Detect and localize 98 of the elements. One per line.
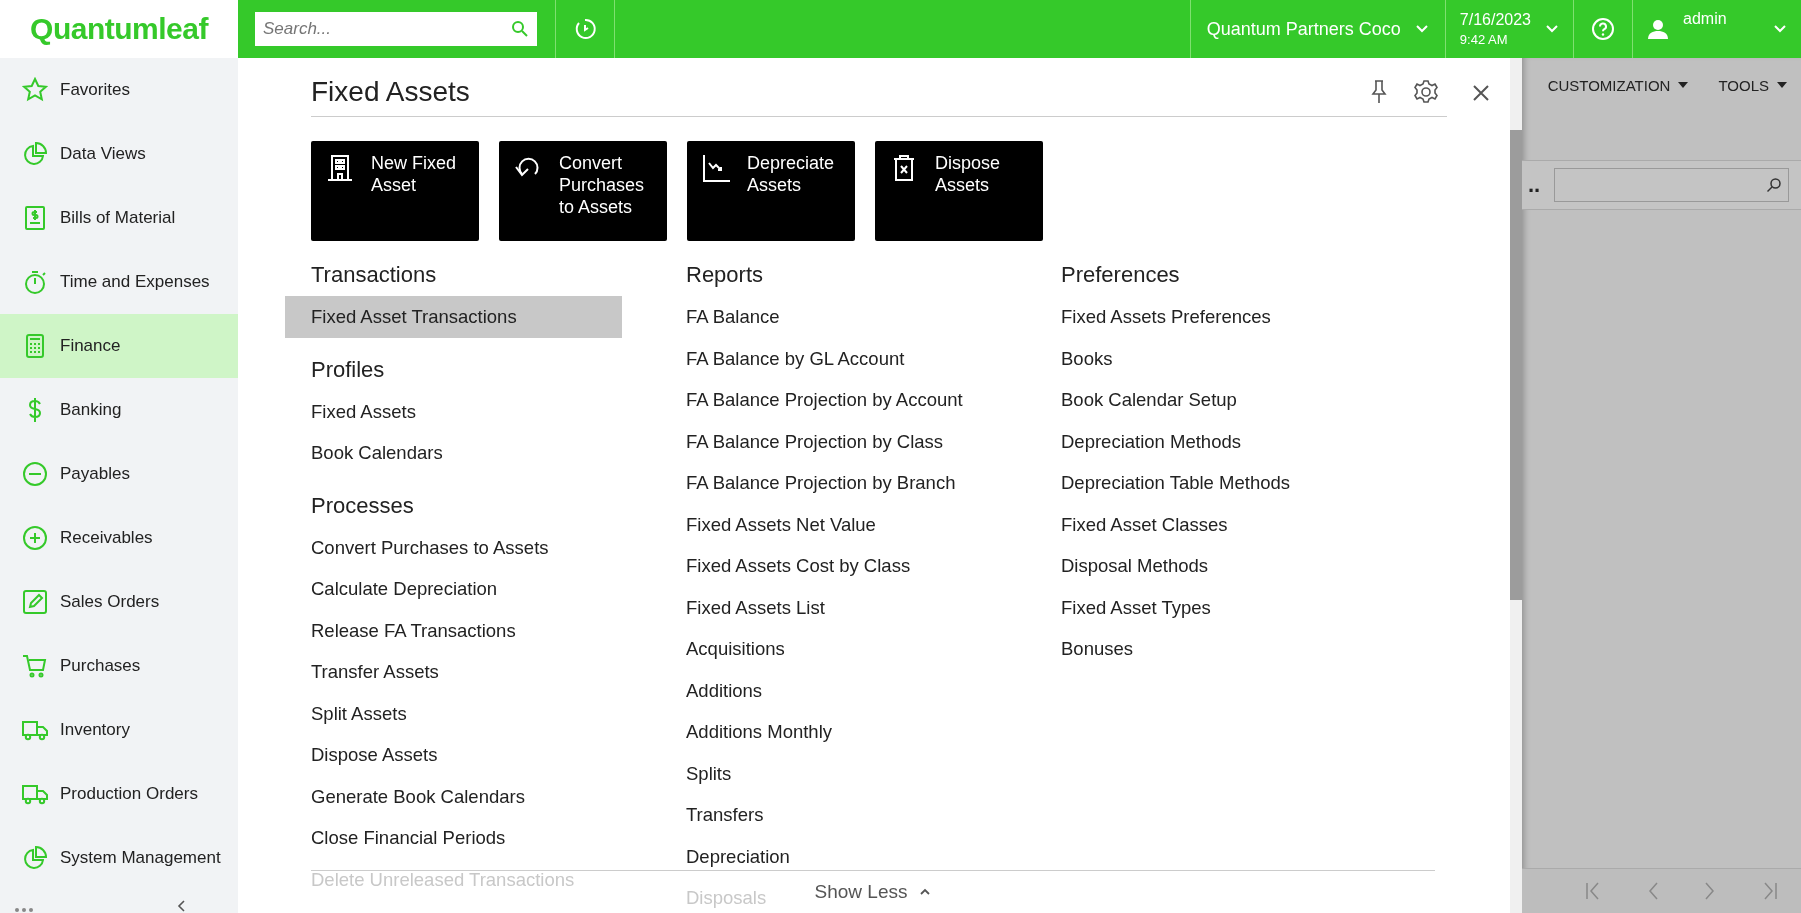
menu-link[interactable]: Books bbox=[1035, 337, 1113, 379]
show-less-button[interactable]: Show Less bbox=[810, 879, 936, 905]
sidebar-item[interactable]: Sales Orders bbox=[0, 570, 238, 634]
collapse-icon[interactable] bbox=[176, 899, 186, 913]
caret-up-icon bbox=[919, 888, 932, 896]
chevron-down-icon bbox=[1545, 24, 1559, 34]
sidebar-item[interactable]: Bills of Material bbox=[0, 186, 238, 250]
chevron-down-icon bbox=[1414, 24, 1429, 34]
toolbar-menu[interactable]: TOOLS bbox=[1718, 72, 1787, 98]
pin-icon[interactable] bbox=[1369, 79, 1389, 105]
minus-circle-icon bbox=[22, 461, 48, 487]
menu-link[interactable]: Book Calendar Setup bbox=[1035, 379, 1237, 421]
more-icon[interactable] bbox=[14, 907, 34, 913]
pencil-icon bbox=[22, 589, 48, 615]
pie-chart-icon bbox=[22, 141, 48, 167]
cart-icon bbox=[22, 653, 48, 679]
search-field[interactable] bbox=[1554, 168, 1789, 202]
menu-link[interactable]: Convert Purchases to Assets bbox=[285, 526, 549, 568]
stopwatch-icon bbox=[22, 269, 48, 295]
menu-link[interactable]: Depreciation bbox=[660, 835, 790, 877]
section-heading: Profiles bbox=[311, 355, 386, 384]
plus-circle-icon bbox=[22, 525, 48, 551]
menu-link[interactable]: Acquisitions bbox=[660, 628, 785, 670]
pie-chart-icon bbox=[22, 845, 48, 871]
panel-title: Fixed Assets bbox=[311, 76, 471, 108]
search-field[interactable]: Search... bbox=[255, 12, 537, 46]
settings-icon[interactable] bbox=[1413, 79, 1439, 105]
next-page-icon[interactable] bbox=[1704, 882, 1717, 900]
sidebar-item[interactable]: Data Views bbox=[0, 122, 238, 186]
date-text: 7/16/2023 bbox=[1459, 11, 1531, 29]
section-heading: Reports bbox=[686, 261, 765, 289]
sidebar-item[interactable]: Receivables bbox=[0, 506, 238, 570]
menu-link[interactable]: FA Balance Projection by Account bbox=[660, 379, 963, 421]
section-heading: Preferences bbox=[1061, 261, 1181, 289]
user-icon bbox=[1647, 18, 1669, 40]
action-tile[interactable]: New Fixed Asset bbox=[311, 141, 479, 241]
menu-link[interactable]: Depreciation Table Methods bbox=[1035, 462, 1290, 504]
menu-link[interactable]: Transfers bbox=[660, 794, 764, 836]
menu-link[interactable]: Dispose Assets bbox=[285, 734, 438, 776]
menu-link[interactable]: Fixed Assets Cost by Class bbox=[660, 545, 911, 587]
time-text: 9:42 AM bbox=[1459, 32, 1509, 47]
last-page-icon[interactable] bbox=[1762, 882, 1779, 900]
sidebar-item[interactable]: Finance bbox=[0, 314, 238, 378]
menu-link[interactable]: FA Balance Projection by Branch bbox=[660, 462, 956, 504]
menu-link[interactable]: Close Financial Periods bbox=[285, 817, 506, 859]
menu-link[interactable]: Splits bbox=[660, 752, 732, 794]
menu-link[interactable]: Calculate Depreciation bbox=[285, 568, 498, 610]
sidebar-item[interactable]: Time and Expenses bbox=[0, 250, 238, 314]
scrollbar-thumb[interactable] bbox=[1510, 130, 1522, 600]
menu-link[interactable]: Fixed Assets Preferences bbox=[1035, 296, 1271, 338]
caret-down-icon bbox=[1777, 82, 1787, 88]
sidebar-item[interactable]: Payables bbox=[0, 442, 238, 506]
truncated-text: .. bbox=[1528, 174, 1541, 196]
menu-link[interactable]: Fixed Asset Transactions bbox=[285, 296, 622, 338]
line-chart-icon bbox=[701, 153, 731, 183]
menu-link[interactable]: FA Balance by GL Account bbox=[660, 337, 905, 379]
first-page-icon[interactable] bbox=[1584, 882, 1601, 900]
toolbar-menu[interactable]: CUSTOMIZATION bbox=[1547, 72, 1689, 98]
sidebar-item[interactable]: Production Orders bbox=[0, 762, 238, 826]
menu-link[interactable]: Fixed Assets bbox=[285, 390, 416, 432]
menu-link[interactable]: Book Calendars bbox=[285, 432, 443, 474]
close-icon[interactable] bbox=[1471, 82, 1491, 103]
help-icon bbox=[1591, 17, 1615, 41]
section-heading: Transactions bbox=[311, 261, 438, 289]
menu-link[interactable]: Disposal Methods bbox=[1035, 545, 1209, 587]
action-tile[interactable]: Dispose Assets bbox=[875, 141, 1043, 241]
action-tile[interactable]: Convert Purchases to Assets bbox=[499, 141, 667, 241]
menu-link[interactable]: Bonuses bbox=[1035, 628, 1133, 670]
menu-link[interactable]: Fixed Assets Net Value bbox=[660, 503, 876, 545]
menu-link[interactable]: Additions Monthly bbox=[660, 711, 833, 753]
menu-link[interactable]: Generate Book Calendars bbox=[285, 775, 525, 817]
receipt-icon bbox=[22, 205, 48, 231]
section-heading: Processes bbox=[311, 491, 415, 520]
sidebar-item[interactable]: Inventory bbox=[0, 698, 238, 762]
menu-link[interactable]: Release FA Transactions bbox=[285, 609, 516, 651]
menu-link[interactable]: Fixed Asset Classes bbox=[1035, 503, 1228, 545]
previous-page-icon[interactable] bbox=[1646, 882, 1659, 900]
building-icon bbox=[325, 153, 355, 183]
sidebar-item[interactable]: System Management bbox=[0, 826, 238, 890]
search-icon bbox=[511, 20, 529, 38]
history-icon bbox=[573, 17, 597, 41]
star-icon bbox=[22, 77, 48, 103]
menu-link[interactable]: Depreciation Methods bbox=[1035, 420, 1241, 462]
menu-link[interactable]: Additions bbox=[660, 669, 763, 711]
search-icon bbox=[1766, 177, 1782, 193]
sidebar-item[interactable]: Purchases bbox=[0, 634, 238, 698]
caret-down-icon bbox=[1678, 82, 1689, 88]
user-name: admin bbox=[1683, 10, 1728, 28]
sidebar-item[interactable]: Favorites bbox=[0, 58, 238, 122]
sidebar-item[interactable]: Banking bbox=[0, 378, 238, 442]
action-tile[interactable]: Depreciate Assets bbox=[687, 141, 855, 241]
chevron-down-icon bbox=[1773, 24, 1787, 34]
menu-link[interactable]: FA Balance bbox=[660, 296, 780, 338]
menu-link[interactable]: Fixed Assets List bbox=[660, 586, 825, 628]
menu-link[interactable]: Split Assets bbox=[285, 692, 407, 734]
menu-link[interactable]: Transfer Assets bbox=[285, 651, 439, 693]
menu-link[interactable]: FA Balance Projection by Class bbox=[660, 420, 944, 462]
menu-link[interactable]: Fixed Asset Types bbox=[1035, 586, 1211, 628]
